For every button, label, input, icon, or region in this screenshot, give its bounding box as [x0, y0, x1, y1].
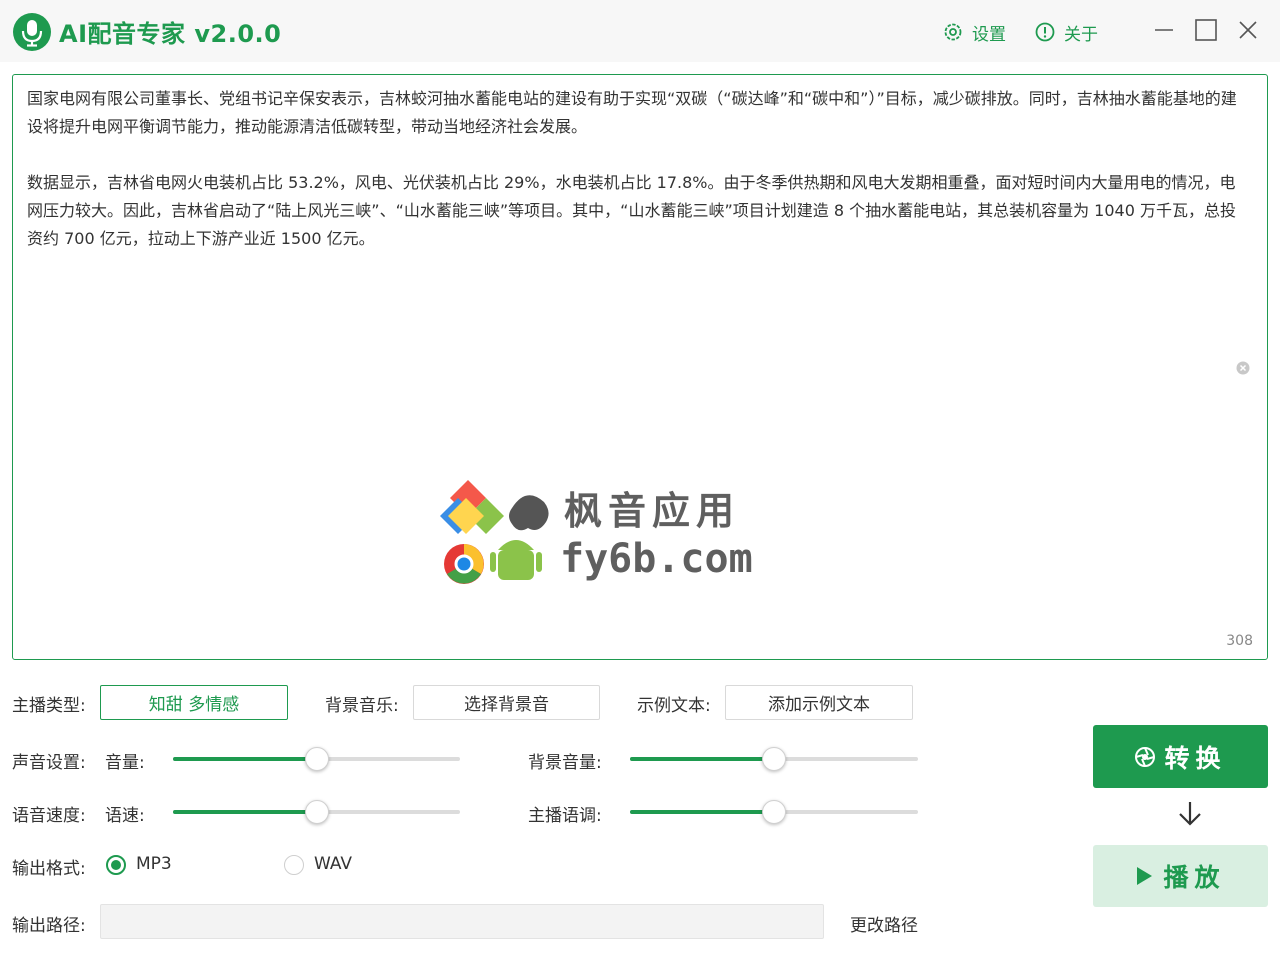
close-icon — [1239, 21, 1257, 39]
convert-button[interactable]: 转换 — [1093, 725, 1268, 788]
play-button[interactable]: 播放 — [1093, 845, 1268, 907]
watermark-logo-icons — [440, 480, 549, 584]
maximize-button[interactable] — [1194, 18, 1218, 42]
speed-label: 语速: — [105, 806, 145, 826]
volume-label: 音量: — [105, 753, 145, 773]
slider-thumb[interactable] — [304, 800, 329, 824]
sample-text-label: 示例文本: — [637, 696, 711, 716]
wav-radio[interactable] — [284, 855, 304, 875]
settings-label: 设置 — [972, 24, 1006, 45]
microphone-icon — [13, 13, 51, 51]
change-path-button[interactable]: 更改路径 — [850, 911, 918, 936]
char-count: 308 — [1226, 633, 1253, 649]
output-path-label: 输出路径: — [12, 916, 86, 936]
clear-circle-icon[interactable] — [1236, 361, 1250, 375]
text-paragraph: 国家电网有限公司董事长、党组书记辛保安表示，吉林蛟河抽水蓄能电站的建设有助于实现… — [27, 89, 1237, 136]
speed-slider[interactable] — [173, 800, 460, 824]
select-bgm-button[interactable]: 选择背景音 — [413, 685, 600, 720]
title-bar: AI配音专家 v2.0.0 设置 关于 — [0, 0, 1280, 62]
play-label: 播放 — [1163, 863, 1226, 892]
add-sample-text-button[interactable]: 添加示例文本 — [725, 685, 913, 720]
pitch-label: 主播语调: — [528, 806, 602, 826]
anchor-type-selector[interactable]: 知甜 多情感 — [100, 685, 288, 720]
mp3-option-label[interactable]: MP3 — [136, 854, 172, 874]
slider-thumb[interactable] — [762, 800, 786, 824]
watermark: 枫音应用 fy6b.com — [440, 478, 770, 590]
minimize-icon — [1155, 29, 1173, 31]
sound-settings-label: 声音设置: — [12, 753, 86, 773]
settings-button[interactable]: 设置 — [942, 20, 1006, 45]
maximize-icon — [1195, 19, 1217, 41]
output-path-field[interactable] — [100, 904, 824, 939]
app-title: AI配音专家 v2.0.0 — [59, 20, 282, 48]
minimize-button[interactable] — [1152, 18, 1176, 42]
text-paragraph: 数据显示，吉林省电网火电装机占比 53.2%，风电、光伏装机占比 29%，水电装… — [27, 173, 1236, 248]
slider-thumb[interactable] — [762, 747, 786, 771]
bgm-label: 背景音乐: — [325, 696, 399, 716]
gear-icon — [944, 23, 962, 41]
bg-volume-label: 背景音量: — [528, 753, 602, 773]
play-icon — [1137, 867, 1153, 885]
pitch-slider[interactable] — [630, 800, 918, 824]
watermark-url: fy6b.com — [560, 536, 753, 582]
aperture-icon — [1135, 746, 1156, 767]
mp3-radio[interactable] — [106, 855, 126, 875]
output-format-label: 输出格式: — [12, 859, 86, 879]
close-button[interactable] — [1236, 18, 1260, 42]
info-icon — [1035, 22, 1055, 42]
about-label: 关于 — [1064, 24, 1098, 45]
convert-label: 转换 — [1164, 743, 1227, 773]
wav-option-label[interactable]: WAV — [314, 854, 352, 874]
volume-slider[interactable] — [173, 747, 460, 771]
arrow-down-icon — [1179, 802, 1201, 826]
anchor-type-label: 主播类型: — [12, 696, 86, 716]
about-button[interactable]: 关于 — [1034, 20, 1098, 45]
watermark-text: 枫音应用 — [564, 489, 741, 533]
speech-speed-row-label: 语音速度: — [12, 806, 86, 826]
bg-volume-slider[interactable] — [630, 747, 918, 771]
slider-thumb[interactable] — [304, 747, 329, 771]
